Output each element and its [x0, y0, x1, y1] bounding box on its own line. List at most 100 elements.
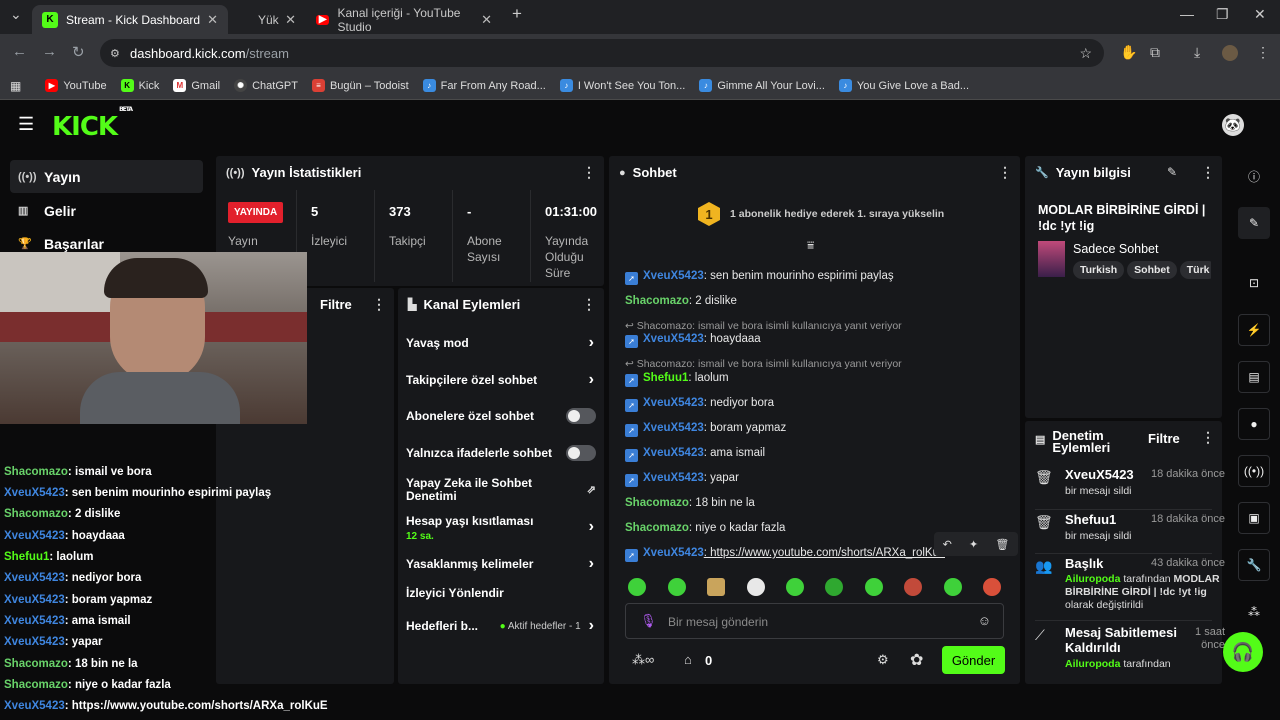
emote-icon[interactable]	[668, 578, 686, 596]
chat-widget-icon[interactable]: ●	[1238, 408, 1270, 440]
treasure-chest-icon[interactable]: ⌂	[684, 652, 692, 667]
kick-logo[interactable]: KICKBETA	[52, 106, 133, 142]
chat-message[interactable]: ➚ XveuX5423: sen benim mourinho espirimi …	[625, 270, 894, 285]
tab-youtube-studio[interactable]: ▶ Kanal içeriği - YouTube Studio ✕	[306, 5, 502, 34]
nav-item-stream[interactable]: ((•)) Yayın	[10, 160, 203, 193]
new-tab-icon[interactable]: +	[512, 4, 522, 24]
support-headset-icon[interactable]: 🎧	[1223, 632, 1263, 672]
category-name[interactable]: Sadece Sohbet	[1073, 242, 1159, 256]
mod-filter-button[interactable]: Filtre	[1148, 431, 1180, 446]
emote-icon[interactable]	[786, 578, 804, 596]
download-icon[interactable]: ⤓	[1194, 44, 1200, 61]
pinned-toggle-icon[interactable]: ⩸	[807, 238, 814, 253]
tag-chip[interactable]: Türk	[1179, 261, 1211, 279]
emote-icon[interactable]	[944, 578, 962, 596]
stream-info-menu-icon[interactable]: ⋮	[1201, 164, 1215, 181]
reload-icon[interactable]: ↻	[72, 43, 85, 61]
channel-points-icon[interactable]: ⁂∞	[632, 652, 654, 668]
gift-leaderboard-banner[interactable]: 1 1 abonelik hediye ederek 1. sıraya yük…	[698, 202, 944, 226]
tab-search-icon[interactable]: ⌄	[10, 6, 22, 23]
forward-icon[interactable]: →	[42, 43, 57, 60]
bookmark-song-4[interactable]: ♪ You Give Love a Bad...	[838, 79, 969, 92]
emote-pack-icon[interactable]: ✿	[910, 650, 923, 670]
emotes-only-toggle[interactable]	[566, 445, 596, 461]
edit-layout-icon[interactable]: ✎	[1238, 207, 1270, 239]
chat-message[interactable]: ➚ XveuX5423: boram yapmaz	[625, 422, 786, 437]
chat-message[interactable]: Shacomazo: 2 dislike	[625, 295, 737, 307]
slow-mode-row[interactable]: Yavaş mod ›	[406, 334, 596, 352]
host-redirect-row[interactable]: İzleyici Yönlendir	[406, 586, 596, 600]
tab-kick-dashboard[interactable]: K Stream - Kick Dashboard ✕	[32, 5, 228, 34]
url-input[interactable]: ⚙ dashboard.kick.com/stream ☆	[100, 39, 1104, 67]
hamburger-menu-icon[interactable]: ☰	[18, 114, 34, 135]
minimize-icon[interactable]: —	[1180, 6, 1194, 22]
profile-avatar[interactable]	[1222, 45, 1238, 61]
user-avatar[interactable]: 🐼	[1222, 114, 1244, 136]
mod-actions-menu-icon[interactable]: ⋮	[1201, 429, 1215, 446]
bookmark-gmail[interactable]: M Gmail	[173, 79, 220, 92]
bookmark-song-1[interactable]: ♪ Far From Any Road...	[422, 79, 546, 92]
chat-message[interactable]: ➚ XveuX5423: nediyor bora	[625, 397, 774, 412]
banned-words-row[interactable]: Yasaklanmış kelimeler ›	[406, 555, 596, 573]
bookmark-kick[interactable]: K Kick	[120, 79, 159, 92]
quick-action-lightning-icon[interactable]: ⚡	[1238, 314, 1270, 346]
microphone-icon[interactable]: 🎙	[640, 613, 657, 629]
tag-chip[interactable]: Turkish	[1073, 261, 1125, 279]
subscribers-only-toggle[interactable]	[566, 408, 596, 424]
tools-wrench-icon[interactable]: 🔧	[1238, 549, 1270, 581]
category-thumbnail[interactable]	[1038, 241, 1065, 277]
chat-message[interactable]: Shacomazo: niye o kadar fazla	[625, 522, 785, 534]
goals-row[interactable]: Hedefleri b... ● Aktif hedefler - 1 ›	[406, 617, 596, 635]
bookmark-youtube[interactable]: ▶ YouTube	[45, 79, 107, 92]
emote-icon[interactable]	[904, 578, 922, 596]
emote-icon[interactable]	[825, 578, 843, 596]
back-icon[interactable]: ←	[12, 43, 27, 60]
broadcast-widget-icon[interactable]: ((•))	[1238, 455, 1270, 487]
emote-icon[interactable]	[747, 578, 765, 596]
maximize-icon[interactable]: ❐	[1216, 6, 1229, 23]
stats-menu-icon[interactable]: ⋮	[582, 164, 596, 181]
extension-icon[interactable]: ✋	[1120, 44, 1137, 61]
chat-message[interactable]: ➚ XveuX5423: ama ismail	[625, 447, 765, 462]
chat-menu-icon[interactable]: ⋮	[998, 164, 1012, 181]
send-button[interactable]: Gönder	[942, 646, 1005, 674]
mod-action-item[interactable]: ⟋ Mesaj Sabitlemesi Kaldırıldı 1 saat ön…	[1035, 625, 1225, 675]
nav-item-revenue[interactable]: ▥ Gelir	[10, 194, 203, 227]
bookmark-song-3[interactable]: ♪ Gimme All Your Lovi...	[699, 79, 825, 92]
close-tab-icon[interactable]: ✕	[207, 12, 218, 28]
screenshot-icon[interactable]: ⊡	[1238, 267, 1270, 299]
close-window-icon[interactable]: ✕	[1254, 6, 1266, 23]
bookmark-chatgpt[interactable]: ✺ ChatGPT	[234, 79, 298, 92]
mod-action-item[interactable]: 🗑 Shefuu1 18 dakika önce bir mesajı sild…	[1035, 512, 1225, 548]
mod-action-item[interactable]: 👥 Başlık 43 dakika önce Ailuropoda taraf…	[1035, 556, 1225, 618]
site-info-icon[interactable]: ⚙	[110, 47, 120, 60]
chat-message-hovered[interactable]: ➚ XveuX5423: https://www.youtube.com/shor…	[625, 547, 945, 562]
chat-message[interactable]: ➚ Shefuu1: laolum	[625, 372, 729, 387]
tab-upload[interactable]: Yük ✕	[236, 5, 306, 34]
account-age-row[interactable]: Hesap yaşı kısıtlaması 12 sa. ›	[406, 514, 596, 542]
emote-icon[interactable]	[983, 578, 1001, 596]
info-icon[interactable]: ⓘ	[1238, 160, 1270, 192]
emote-icon[interactable]	[707, 578, 725, 596]
followers-only-row[interactable]: Takipçilere özel sohbet ›	[406, 371, 596, 389]
moderation-widget-icon[interactable]: ▣	[1238, 502, 1270, 534]
bookmark-star-icon[interactable]: ☆	[1079, 45, 1092, 62]
channel-actions-menu-icon[interactable]: ⋮	[582, 296, 596, 313]
chat-settings-gear-icon[interactable]: ⚙	[877, 652, 889, 668]
notes-icon[interactable]: ▤	[1238, 361, 1270, 393]
emote-icon[interactable]	[865, 578, 883, 596]
chat-message[interactable]: Shacomazo: 18 bin ne la	[625, 497, 755, 509]
tag-chip[interactable]: Sohbet	[1127, 261, 1177, 279]
chat-message[interactable]: ➚ XveuX5423: yapar	[625, 472, 739, 487]
bookmark-todoist[interactable]: ≡ Bugün – Todoist	[311, 79, 409, 92]
chat-message[interactable]: ➚ XveuX5423: hoaydaaa	[625, 333, 761, 348]
filter-menu-icon[interactable]: ⋮	[372, 296, 386, 313]
reply-icon[interactable]: ↶	[943, 538, 952, 551]
chat-input[interactable]: 🎙 Bir mesaj gönderin ☺	[625, 603, 1004, 639]
close-tab-icon[interactable]: ✕	[285, 12, 296, 28]
close-tab-icon[interactable]: ✕	[481, 12, 492, 28]
extensions-puzzle-icon[interactable]: ⧉	[1150, 44, 1160, 61]
ai-moderation-row[interactable]: Yapay Zeka ile Sohbet Denetimi ⇗	[406, 477, 596, 503]
emote-icon[interactable]	[628, 578, 646, 596]
bookmark-song-2[interactable]: ♪ I Won't See You Ton...	[559, 79, 685, 92]
